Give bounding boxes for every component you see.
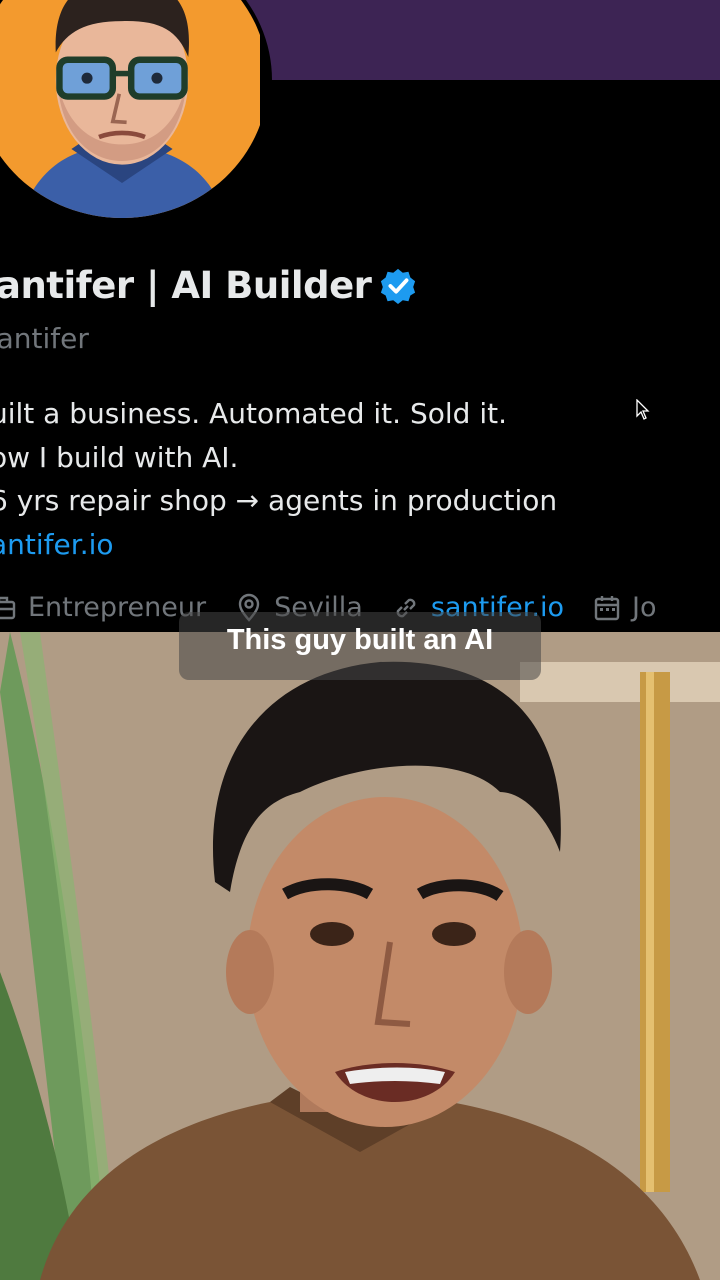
bio-line: ow I build with AI. <box>0 440 239 474</box>
bio-line: uilt a business. Automated it. Sold it. <box>0 397 507 430</box>
video-still-image <box>0 632 720 1280</box>
meta-joined-text: Jo <box>632 592 657 623</box>
meta-category: Entrepreneur <box>0 592 206 623</box>
briefcase-icon <box>0 596 16 619</box>
caption-text: This guy built an AI <box>226 623 494 656</box>
avatar-illustration <box>0 0 260 218</box>
profile-handle: santifer <box>0 322 89 355</box>
verified-badge-icon <box>381 268 416 304</box>
video-frame[interactable] <box>0 632 720 1280</box>
meta-joined: Jo <box>592 592 657 623</box>
profile-bio: uilt a business. Automated it. Sold it. … <box>0 392 557 566</box>
profile-avatar[interactable] <box>0 0 272 222</box>
video-caption: This guy built an AI <box>179 612 541 680</box>
profile-screenshot: antifer | AI Builder santifer uilt a bus… <box>0 0 720 632</box>
bio-link[interactable]: antifer.io <box>0 523 557 567</box>
bio-line: 6 yrs repair shop → agents in production <box>0 484 558 517</box>
calendar-icon <box>594 595 620 620</box>
mouse-cursor-icon <box>636 399 650 420</box>
profile-display-name: antifer | AI Builder <box>0 264 417 307</box>
display-name-text: antifer | AI Builder <box>0 264 372 307</box>
handle-text: santifer <box>0 322 89 355</box>
